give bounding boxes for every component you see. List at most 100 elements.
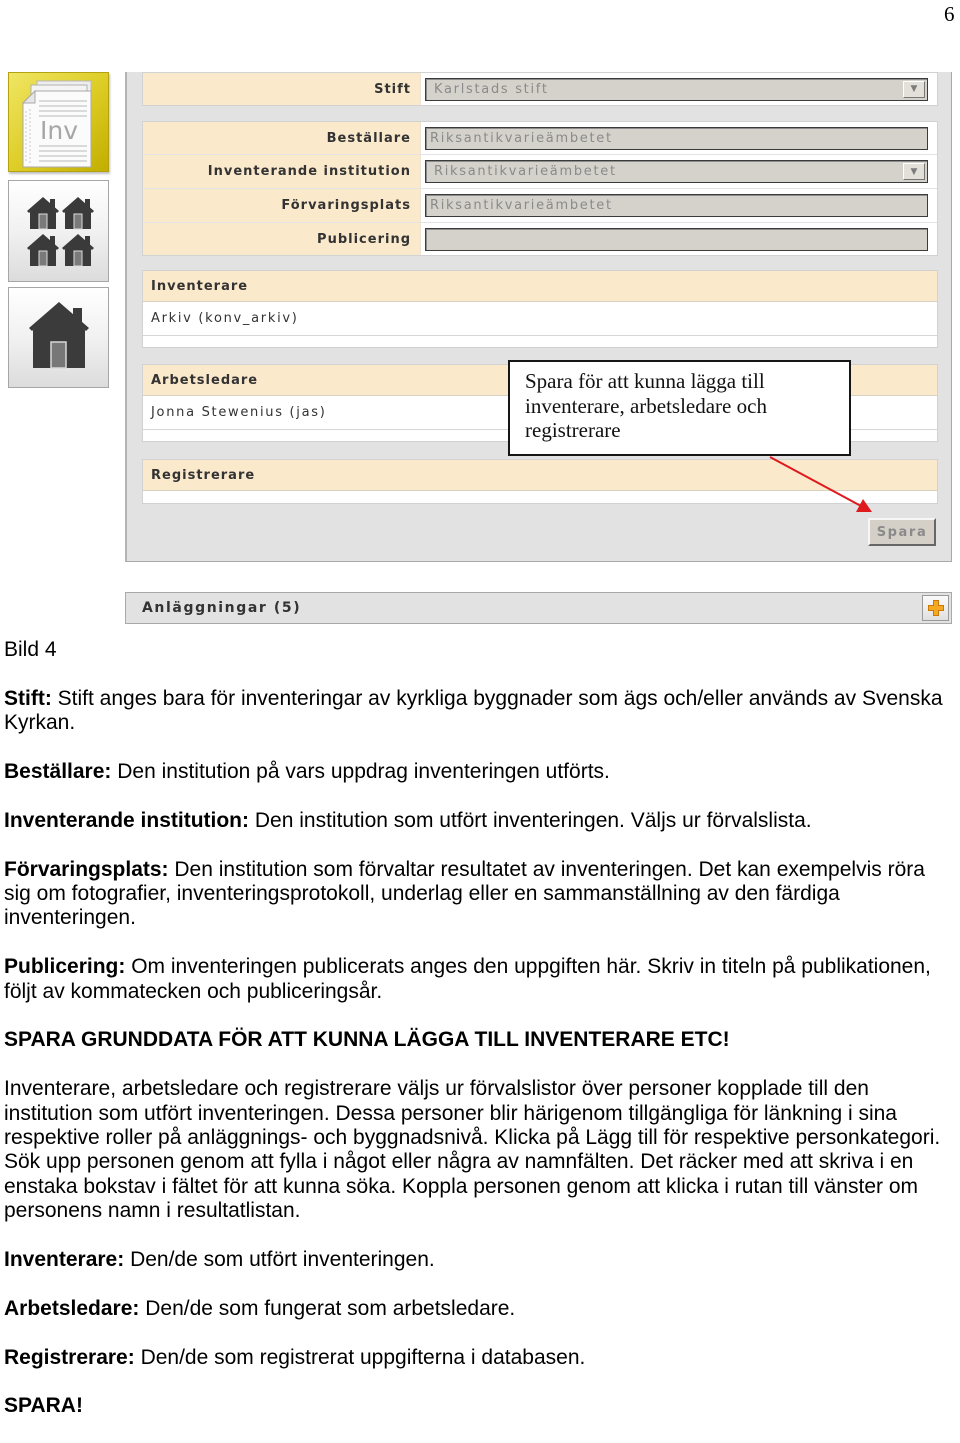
stift-group: Stift Karlstads stift ▼: [142, 72, 938, 106]
inventerare-group: Inventerare Arkiv (konv_arkiv): [142, 270, 938, 348]
caption-text: Bild 4: [4, 638, 57, 661]
text-line: Förvaringsplats: Den institution som för…: [4, 858, 960, 882]
text-line: institution som utfört inventeringen. De…: [4, 1101, 897, 1125]
single-building-icon: [29, 302, 89, 369]
term-text: Den institution på vars uppdrag inventer…: [117, 760, 610, 783]
paragraph-role-arbetsledare: Arbetsledare: Den/de som fungerat som ar…: [4, 1297, 960, 1321]
paragraph-role-inventerare: Inventerare: Den/de som utfört inventeri…: [4, 1248, 960, 1272]
stift-select[interactable]: Karlstads stift ▼: [425, 77, 928, 101]
term-text: Den/de som utfört inventeringen.: [130, 1248, 435, 1272]
field-label: Inventerande institution: [143, 155, 421, 188]
final-save-instruction: SPARA!: [4, 1394, 960, 1418]
field-value-cell: Riksantikvarieämbetet ▼: [421, 155, 937, 188]
field-value-cell: [421, 223, 937, 255]
paragraph-stift: Stift: Stift anges bara för inventeringa…: [4, 687, 960, 736]
inventory-badge-text: Inv: [40, 116, 78, 145]
document-body: Bild 4 Stift: Stift anges bara för inven…: [4, 638, 960, 1443]
form-row-bestallare: Beställare Riksantikvarieämbetet: [143, 122, 937, 155]
chevron-down-icon[interactable]: ▼: [903, 80, 925, 98]
forvaringsplats-field[interactable]: Riksantikvarieämbetet: [425, 194, 928, 217]
term-label: Beställare:: [4, 760, 112, 783]
term-label: Inventerare:: [4, 1248, 125, 1272]
text-line: inventeringen.: [4, 906, 136, 930]
inventory-document-icon: Inv: [21, 80, 92, 168]
text-line: sig om fotografier, inventeringsprotokol…: [4, 882, 840, 905]
group-footer: [143, 491, 937, 503]
term-label: Stift:: [4, 686, 52, 710]
save-button[interactable]: Spara: [868, 518, 936, 546]
bestallare-field[interactable]: Riksantikvarieämbetet: [425, 126, 928, 150]
term-text: Om inventeringen publicerats anges den u…: [131, 955, 931, 979]
chevron-down-icon[interactable]: ▼: [903, 163, 925, 180]
text-line: Inventerande institution: Den institutio…: [4, 809, 960, 833]
paragraph-publicering: Publicering: Om inventeringen publicerat…: [4, 955, 960, 1004]
term-label: Registrerare:: [4, 1345, 135, 1369]
field-label: Förvaringsplats: [143, 189, 421, 222]
term-label: Publicering:: [4, 955, 126, 979]
section-title: Anläggningar (5): [142, 600, 302, 616]
heading-text: SPARA!: [4, 1394, 83, 1418]
paragraph-role-registrerare: Registrerare: Den/de som registrerat upp…: [4, 1346, 960, 1370]
term-label: Förvaringsplats:: [4, 857, 169, 881]
text-line: Publicering: Om inventeringen publicerat…: [4, 955, 960, 979]
form-row-stift: Stift Karlstads stift ▼: [143, 73, 937, 105]
term-text: Stift anges bara för inventeringar av ky…: [57, 686, 943, 710]
term-text: Den/de som fungerat som arbetsledare.: [145, 1296, 516, 1320]
term-text: Den institution som förvaltar resultatet…: [174, 857, 925, 881]
page-number: 6: [944, 2, 955, 26]
form-row-forvaringsplats: Förvaringsplats Riksantikvarieämbetet: [143, 189, 937, 223]
person-entry[interactable]: Arkiv (konv_arkiv): [143, 302, 937, 336]
field-label: Publicering: [143, 223, 421, 255]
basic-data-panel: Stift Karlstads stift ▼ Beställare Riksa…: [125, 72, 952, 562]
text-line: Beställare: Den institution på vars uppd…: [4, 760, 960, 784]
text-line: följt av kommatecken och publiceringsår.: [4, 979, 383, 1003]
field-label: Beställare: [143, 122, 421, 154]
text-line: respektive roller på anläggnings- och by…: [4, 1126, 941, 1150]
inventerande-institution-select[interactable]: Riksantikvarieämbetet ▼: [425, 160, 928, 183]
text-line: Sök upp personen genom att fylla i något…: [4, 1150, 914, 1174]
term-text: Den/de som registrerat uppgifterna i dat…: [140, 1345, 586, 1369]
nav-tile-building[interactable]: [8, 287, 109, 388]
heading-text: SPARA GRUNDDATA FÖR ATT KUNNA LÄGGA TILL…: [4, 1028, 730, 1052]
text-line: enstaka bokstav i fältet för att kunna s…: [4, 1174, 918, 1198]
text-line: Inventerare, arbetsledare och registrera…: [4, 1077, 869, 1101]
paragraph-forvaringsplats: Förvaringsplats: Den institution som för…: [4, 858, 960, 931]
text-line: Inventerare: Den/de som utfört inventeri…: [4, 1248, 960, 1272]
text-line: Registrerare: Den/de som registrerat upp…: [4, 1346, 960, 1370]
field-value-cell: Karlstads stift ▼: [421, 73, 937, 105]
anlaggningar-section[interactable]: Anläggningar (5): [125, 592, 952, 624]
term-label: Arbetsledare:: [4, 1296, 140, 1320]
group-header: Inventerare: [143, 271, 937, 302]
publicering-field[interactable]: [425, 227, 928, 251]
field-value-cell: Riksantikvarieämbetet: [421, 122, 937, 154]
form-row-inventerande-institution: Inventerande institution Riksantikvarieä…: [143, 155, 937, 189]
text-line: Arbetsledare: Den/de som fungerat som ar…: [4, 1297, 960, 1321]
field-value: Riksantikvarieämbetet: [430, 198, 613, 213]
figure-caption: Bild 4: [4, 638, 960, 662]
plus-icon: [927, 600, 944, 616]
paragraph-inventerande-institution: Inventerande institution: Den institutio…: [4, 809, 960, 833]
text-line: Kyrkan.: [4, 711, 76, 735]
nav-tile-buildings[interactable]: [8, 180, 109, 282]
form-row-publicering: Publicering: [143, 223, 937, 255]
text-line: Stift: Stift anges bara för inventeringa…: [4, 687, 960, 711]
term-text: Den institution som utfört inventeringen…: [254, 808, 812, 832]
field-value: Riksantikvarieämbetet: [430, 130, 613, 146]
registrerare-group: Registrerare: [142, 459, 938, 504]
annotation-callout: Spara för att kunna lägga till inventera…: [508, 360, 851, 456]
term-label: Inventerande institution:: [4, 808, 250, 832]
field-value-cell: Riksantikvarieämbetet: [421, 189, 937, 222]
group-header: Registrerare: [143, 460, 937, 491]
nav-tile-inventory[interactable]: Inv: [8, 72, 109, 172]
field-label: Stift: [143, 73, 421, 105]
select-value: Riksantikvarieämbetet: [434, 164, 617, 179]
group-footer: [143, 336, 937, 348]
select-value: Karlstads stift: [434, 81, 549, 97]
paragraph-bestallare: Beställare: Den institution på vars uppd…: [4, 760, 960, 784]
paragraph-people-intro: Inventerare, arbetsledare och registrera…: [4, 1077, 960, 1223]
add-anlaggning-button[interactable]: [922, 595, 949, 621]
text-line: personens namn i resultatlistan.: [4, 1199, 301, 1223]
institution-group: Beställare Riksantikvarieämbetet Invente…: [142, 121, 938, 256]
save-instruction-heading: SPARA GRUNDDATA FÖR ATT KUNNA LÄGGA TILL…: [4, 1028, 960, 1052]
building-group-icon: [26, 196, 95, 267]
